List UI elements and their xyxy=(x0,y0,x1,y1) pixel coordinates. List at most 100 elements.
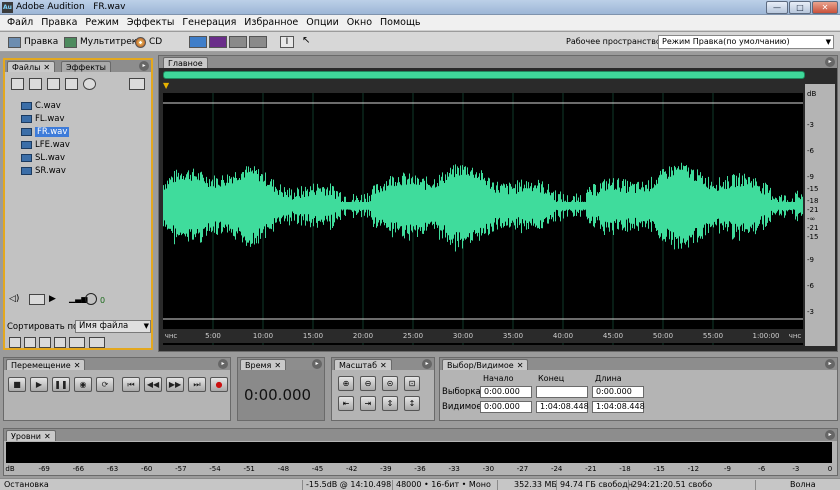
fast-forward-button[interactable]: ▶▶ xyxy=(166,377,184,392)
panel-menu-icon[interactable]: ▸ xyxy=(139,61,149,71)
tab-effects[interactable]: Эффекты xyxy=(61,61,111,72)
view-end-field[interactable]: 1:04:08.448 xyxy=(536,401,589,413)
tab-levels[interactable]: Уровни ✕ xyxy=(6,430,56,441)
menu-edit[interactable]: Правка xyxy=(37,15,81,31)
play-button[interactable]: ▶ xyxy=(30,377,48,392)
tab-zoom[interactable]: Масштаб ✕ xyxy=(334,359,392,370)
hybrid-tool-icon[interactable]: ↖ xyxy=(302,36,320,48)
menu-view[interactable]: Режим xyxy=(81,15,122,31)
menu-help[interactable]: Помощь xyxy=(376,15,424,31)
menu-file[interactable]: Файл xyxy=(3,15,37,31)
selection-start-field[interactable]: 0:00.000 xyxy=(480,386,532,398)
selection-length-field[interactable]: 0:00.000 xyxy=(592,386,644,398)
spectral-phase-icon[interactable] xyxy=(249,36,267,48)
menu-effects[interactable]: Эффекты xyxy=(123,15,179,31)
spectral-pan-icon[interactable] xyxy=(229,36,247,48)
zoom-right-edge-icon[interactable]: ⇥ xyxy=(360,396,376,411)
insert-into-multitrack-icon[interactable] xyxy=(65,78,78,90)
waveform-display[interactable] xyxy=(163,93,803,345)
edit-view-button[interactable]: Правка xyxy=(8,35,58,49)
minimize-button[interactable]: — xyxy=(766,1,788,14)
show-midi-icon[interactable] xyxy=(54,337,66,348)
multitrack-view-button[interactable]: Мультитрек xyxy=(64,35,137,49)
timeline-ruler[interactable]: чнс 5:00 10:00 15:00 20:00 25:00 30:00 3… xyxy=(163,329,803,343)
pause-button[interactable]: ❚❚ xyxy=(52,377,70,392)
tab-files[interactable]: Файлы ✕ xyxy=(7,61,56,72)
selection-end-field[interactable] xyxy=(536,386,588,398)
zoom-selection-icon[interactable]: ⊡ xyxy=(404,376,420,391)
import-file-icon[interactable] xyxy=(47,78,60,90)
tab-time[interactable]: Время ✕ xyxy=(240,359,287,370)
show-full-paths-icon[interactable] xyxy=(69,337,85,348)
show-loops-icon[interactable] xyxy=(24,337,36,348)
auto-play-icon[interactable]: ▶ xyxy=(49,294,56,304)
panel-menu-icon[interactable]: ▸ xyxy=(825,57,835,67)
menu-options[interactable]: Опции xyxy=(302,15,343,31)
tab-transport[interactable]: Перемещение ✕ xyxy=(6,359,86,370)
zoom-left-edge-icon[interactable]: ⇤ xyxy=(338,396,354,411)
rewind-button[interactable]: ◀◀ xyxy=(144,377,162,392)
play-from-cursor-button[interactable]: ◉ xyxy=(74,377,92,392)
tab-selection-view[interactable]: Выбор/Видимое ✕ xyxy=(442,359,529,370)
close-tab-icon[interactable]: ✕ xyxy=(44,432,51,441)
close-button[interactable]: ✕ xyxy=(812,1,838,14)
status-divider xyxy=(392,480,393,490)
waveform-display-icon[interactable] xyxy=(189,36,207,48)
go-to-start-button[interactable]: ⏮ xyxy=(122,377,140,392)
panel-menu-icon[interactable]: ▸ xyxy=(422,359,432,369)
speaker-icon[interactable]: ◁) xyxy=(9,294,19,304)
close-tab-icon[interactable]: ✕ xyxy=(380,361,387,370)
panel-menu-icon[interactable]: ▸ xyxy=(825,359,835,369)
view-length-field[interactable]: 1:04:08.448 xyxy=(592,401,645,413)
menu-window[interactable]: Окно xyxy=(343,15,376,31)
file-item[interactable]: C.wav xyxy=(21,100,61,112)
close-tab-icon[interactable]: ✕ xyxy=(274,361,281,370)
status-size: 352.33 МБ xyxy=(514,480,557,489)
sort-select[interactable]: Имя файла ▼ xyxy=(75,320,151,333)
cd-view-button[interactable]: CD xyxy=(135,35,162,49)
stopwatch-icon[interactable] xyxy=(83,78,96,90)
workspace-select[interactable]: Режим Правка(по умолчанию) ▼ xyxy=(658,35,834,49)
go-to-end-button[interactable]: ⏭ xyxy=(188,377,206,392)
maximize-button[interactable]: □ xyxy=(789,1,811,14)
panel-menu-icon[interactable]: ▸ xyxy=(218,359,228,369)
file-item[interactable]: SR.wav xyxy=(21,165,66,177)
panel-menu-icon[interactable]: ▸ xyxy=(312,359,322,369)
overview-bar[interactable] xyxy=(163,71,805,79)
spectral-display-icon[interactable] xyxy=(209,36,227,48)
zoom-in-vertical-icon[interactable]: ⇕ xyxy=(382,396,398,411)
panel-menu-icon[interactable]: ▸ xyxy=(825,430,835,440)
menu-generate[interactable]: Генерация xyxy=(178,15,240,31)
file-item[interactable]: LFE.wav xyxy=(21,139,70,151)
stop-button[interactable]: ■ xyxy=(8,377,26,392)
zoom-out-horizontal-icon[interactable]: ⊖ xyxy=(360,376,376,391)
file-item-selected[interactable]: FR.wav xyxy=(21,126,70,138)
show-audio-icon[interactable] xyxy=(9,337,21,348)
open-file-icon[interactable] xyxy=(11,78,24,90)
zoom-in-horizontal-icon[interactable]: ⊕ xyxy=(338,376,354,391)
playhead-marker-icon[interactable]: ▼ xyxy=(163,81,169,90)
zoom-out-full-icon[interactable]: ⊝ xyxy=(382,376,398,391)
show-cd-icon[interactable] xyxy=(89,337,105,348)
close-tab-icon[interactable]: ✕ xyxy=(74,361,81,370)
view-start-field[interactable]: 0:00.000 xyxy=(480,401,532,413)
menu-favorites[interactable]: Избранное xyxy=(240,15,302,31)
file-item[interactable]: FL.wav xyxy=(21,113,65,125)
volume-knob[interactable] xyxy=(85,293,97,305)
level-scale-label: -24 xyxy=(550,465,563,473)
files-options-icon[interactable] xyxy=(129,78,145,90)
time-selection-tool-icon[interactable]: I xyxy=(280,36,294,48)
close-file-icon[interactable] xyxy=(29,78,42,90)
wave-file-icon xyxy=(21,154,32,162)
timeline-label: 1:00:00 xyxy=(752,332,780,340)
show-video-icon[interactable] xyxy=(39,337,51,348)
file-item[interactable]: SL.wav xyxy=(21,152,65,164)
loop-play-icon[interactable] xyxy=(29,294,45,305)
zoom-out-vertical-icon[interactable]: ↕ xyxy=(404,396,420,411)
loop-button[interactable]: ⟳ xyxy=(96,377,114,392)
record-button[interactable]: ● xyxy=(210,377,228,392)
close-tab-icon[interactable]: ✕ xyxy=(43,63,50,72)
close-tab-icon[interactable]: ✕ xyxy=(517,361,524,370)
tab-main[interactable]: Главное xyxy=(163,57,208,68)
status-bar: Остановка -15.5dB @ 14:10.498 48000 • 16… xyxy=(0,478,840,490)
